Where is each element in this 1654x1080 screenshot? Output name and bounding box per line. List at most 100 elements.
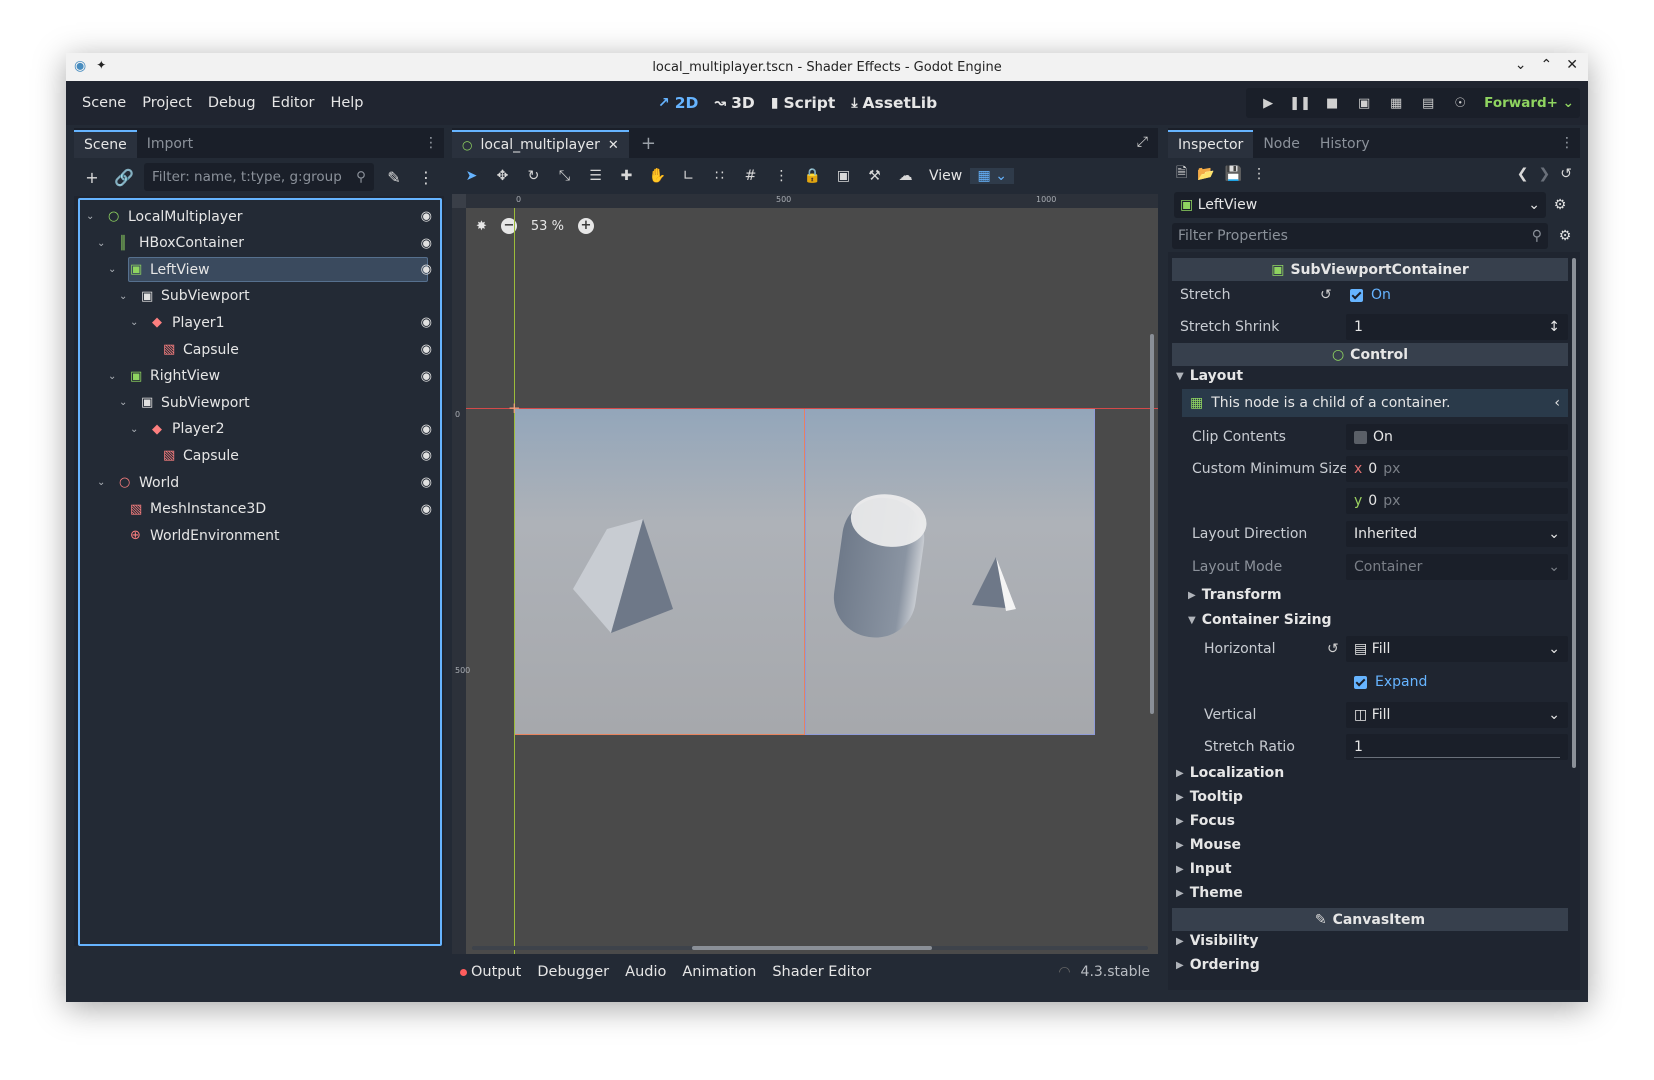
scene-tree-item[interactable]: ▧ Capsule ◉ bbox=[80, 442, 440, 469]
zoom-level[interactable]: 53 % bbox=[531, 219, 564, 234]
section-focus[interactable]: ▶ Focus bbox=[1176, 810, 1568, 832]
workspace-assetlib-button[interactable]: ⤓ AssetLib bbox=[851, 94, 937, 112]
grid-snap-icon[interactable]: # bbox=[735, 168, 766, 184]
particles-icon[interactable]: ☁ bbox=[890, 168, 921, 184]
tab-audio[interactable]: Audio bbox=[625, 964, 666, 980]
snap-options-icon[interactable]: ⋮ bbox=[766, 168, 797, 184]
new-scene-tab-icon[interactable]: + bbox=[629, 130, 668, 158]
expand-arrow-icon[interactable]: ⌄ bbox=[86, 211, 94, 222]
attach-script-icon[interactable]: ✎ bbox=[382, 168, 406, 187]
canvas-hscroll[interactable] bbox=[472, 946, 1148, 950]
visibility-eye-icon[interactable]: ◉ bbox=[421, 315, 432, 330]
layout-direction-select[interactable]: Inherited ⌄ bbox=[1346, 521, 1568, 547]
chevron-left-icon[interactable]: ‹ bbox=[1554, 395, 1560, 411]
visibility-eye-icon[interactable]: ◉ bbox=[421, 422, 432, 437]
lock-icon[interactable]: 🔒 bbox=[797, 168, 828, 184]
tab-inspector[interactable]: Inspector bbox=[1168, 130, 1254, 158]
recent-history-icon[interactable]: ↺ bbox=[1560, 166, 1572, 182]
center-view-icon[interactable]: ✸ bbox=[476, 219, 487, 234]
rotate-tool-icon[interactable]: ↻ bbox=[518, 168, 549, 184]
remote-debug-icon[interactable]: ▣ bbox=[1348, 96, 1380, 111]
workspace-script-button[interactable]: ▮ Script bbox=[771, 94, 836, 112]
section-tooltip[interactable]: ▶ Tooltip bbox=[1176, 786, 1568, 808]
scene-tree-item[interactable]: ⌄ ○ LocalMultiplayer ◉ bbox=[80, 203, 440, 230]
scene-tree-item[interactable]: ▧ Capsule ◉ bbox=[80, 336, 440, 363]
visibility-eye-icon[interactable]: ◉ bbox=[421, 262, 432, 277]
scene-tree-item[interactable]: ⌄ ◆ Player2 ◉ bbox=[80, 416, 440, 443]
tab-debugger[interactable]: Debugger bbox=[537, 964, 609, 980]
canvas-viewport[interactable]: 0 500 1000 0 500 ✸ − 53 % + + bbox=[452, 194, 1158, 954]
minimize-icon[interactable]: ⌄ bbox=[1515, 57, 1527, 73]
tab-history[interactable]: History bbox=[1310, 130, 1380, 158]
section-input[interactable]: ▶ Input bbox=[1176, 858, 1568, 880]
canvas-vscroll[interactable] bbox=[1150, 334, 1154, 714]
expand-arrow-icon[interactable]: ⌄ bbox=[119, 291, 127, 302]
horizontal-sizing-select[interactable]: ▤ Fill ⌄ bbox=[1346, 636, 1568, 662]
expand-arrow-icon[interactable]: ⌄ bbox=[97, 238, 105, 249]
custom-min-size-x[interactable]: x 0 px bbox=[1346, 456, 1568, 482]
movie-maker-icon[interactable]: ☉ bbox=[1444, 96, 1476, 111]
tab-shader-editor[interactable]: Shader Editor bbox=[772, 964, 871, 980]
renderer-select[interactable]: Forward+ ⌄ bbox=[1476, 95, 1574, 111]
stretch-ratio-slider[interactable]: 1 bbox=[1346, 734, 1568, 760]
close-tab-icon[interactable]: ✕ bbox=[608, 138, 619, 153]
zoom-in-icon[interactable]: + bbox=[577, 218, 594, 234]
inspector-scrollbar[interactable] bbox=[1572, 258, 1576, 768]
scene-tree-item[interactable]: ⌄ ▣ SubViewport bbox=[80, 389, 440, 416]
visibility-eye-icon[interactable]: ◉ bbox=[421, 475, 432, 490]
menu-project[interactable]: Project bbox=[134, 95, 200, 111]
expand-arrow-icon[interactable]: ⌄ bbox=[130, 424, 138, 435]
history-back-icon[interactable]: ❮ bbox=[1517, 166, 1529, 182]
play-custom-scene-icon[interactable]: ▤ bbox=[1412, 96, 1444, 111]
section-ordering[interactable]: ▶ Ordering bbox=[1176, 954, 1568, 976]
visibility-eye-icon[interactable]: ◉ bbox=[421, 448, 432, 463]
scene-tree-item[interactable]: ▧ MeshInstance3D ◉ bbox=[80, 496, 440, 523]
object-docs-icon[interactable]: ⚙ bbox=[1546, 197, 1574, 213]
stop-icon[interactable]: ■ bbox=[1316, 96, 1348, 111]
open-resource-icon[interactable]: 📂 bbox=[1197, 166, 1214, 182]
save-resource-icon[interactable]: 💾 bbox=[1225, 166, 1242, 182]
expand-arrow-icon[interactable]: ⌄ bbox=[108, 264, 116, 275]
workspace-3d-button[interactable]: ↝ 3D bbox=[714, 94, 754, 112]
section-theme[interactable]: ▶ Theme bbox=[1176, 882, 1568, 904]
dock-menu-icon[interactable]: ⋮ bbox=[424, 135, 438, 151]
menu-editor[interactable]: Editor bbox=[264, 95, 323, 111]
scene-tree-item[interactable]: ⌄ ▣ RightView ◉ bbox=[80, 363, 440, 390]
visibility-eye-icon[interactable]: ◉ bbox=[421, 502, 432, 517]
scale-tool-icon[interactable]: ⤡ bbox=[549, 168, 580, 184]
expand-checkbox[interactable]: Expand bbox=[1354, 674, 1427, 690]
section-localization[interactable]: ▶ Localization bbox=[1176, 762, 1568, 784]
move-tool-icon[interactable]: ✥ bbox=[487, 168, 518, 184]
stretch-shrink-spinbox[interactable]: 1 ↕ bbox=[1346, 314, 1568, 340]
filter-properties-input[interactable]: Filter Properties ⚲ bbox=[1172, 223, 1548, 249]
scene-filter-input[interactable]: Filter: name, t:type, g:group ⚲ bbox=[144, 163, 374, 191]
section-container-sizing[interactable]: ▼ Container Sizing bbox=[1188, 609, 1568, 631]
revert-icon[interactable]: ↺ bbox=[1320, 287, 1332, 303]
visibility-eye-icon[interactable]: ◉ bbox=[421, 342, 432, 357]
list-select-icon[interactable]: ☰ bbox=[580, 168, 611, 184]
expand-arrow-icon[interactable]: ⌄ bbox=[97, 477, 105, 488]
close-icon[interactable]: ✕ bbox=[1566, 57, 1578, 73]
scene-menu-icon[interactable]: ⋮ bbox=[414, 168, 438, 187]
view-menu[interactable]: View bbox=[921, 168, 970, 184]
maximize-icon[interactable]: ⌃ bbox=[1541, 57, 1553, 73]
menu-debug[interactable]: Debug bbox=[200, 95, 264, 111]
scene-tree-item[interactable]: ⌄ ○ World ◉ bbox=[80, 469, 440, 496]
smart-snap-icon[interactable]: ∷ bbox=[704, 168, 735, 184]
tab-node[interactable]: Node bbox=[1253, 130, 1310, 158]
menu-help[interactable]: Help bbox=[322, 95, 371, 111]
scene-tab-local-multiplayer[interactable]: ○ local_multiplayer ✕ bbox=[452, 130, 629, 158]
object-selector[interactable]: ▣ LeftView ⌄ bbox=[1174, 192, 1546, 218]
tab-scene[interactable]: Scene bbox=[74, 130, 137, 158]
tab-import[interactable]: Import bbox=[137, 130, 203, 158]
scene-tree-item[interactable]: ⌄ ◆ Player1 ◉ bbox=[80, 309, 440, 336]
play-icon[interactable]: ▶ bbox=[1252, 96, 1284, 111]
visibility-eye-icon[interactable]: ◉ bbox=[421, 369, 432, 384]
skeleton-icon[interactable]: ⚒ bbox=[859, 168, 890, 184]
select-tool-icon[interactable]: ➤ bbox=[456, 168, 487, 184]
visibility-eye-icon[interactable]: ◉ bbox=[421, 236, 432, 251]
pan-tool-icon[interactable]: ✋ bbox=[642, 168, 673, 184]
scene-tree-item[interactable]: ⌄ ▣ SubViewport bbox=[80, 283, 440, 310]
section-transform[interactable]: ▶ Transform bbox=[1188, 584, 1568, 606]
play-scene-icon[interactable]: ▦ bbox=[1380, 96, 1412, 111]
